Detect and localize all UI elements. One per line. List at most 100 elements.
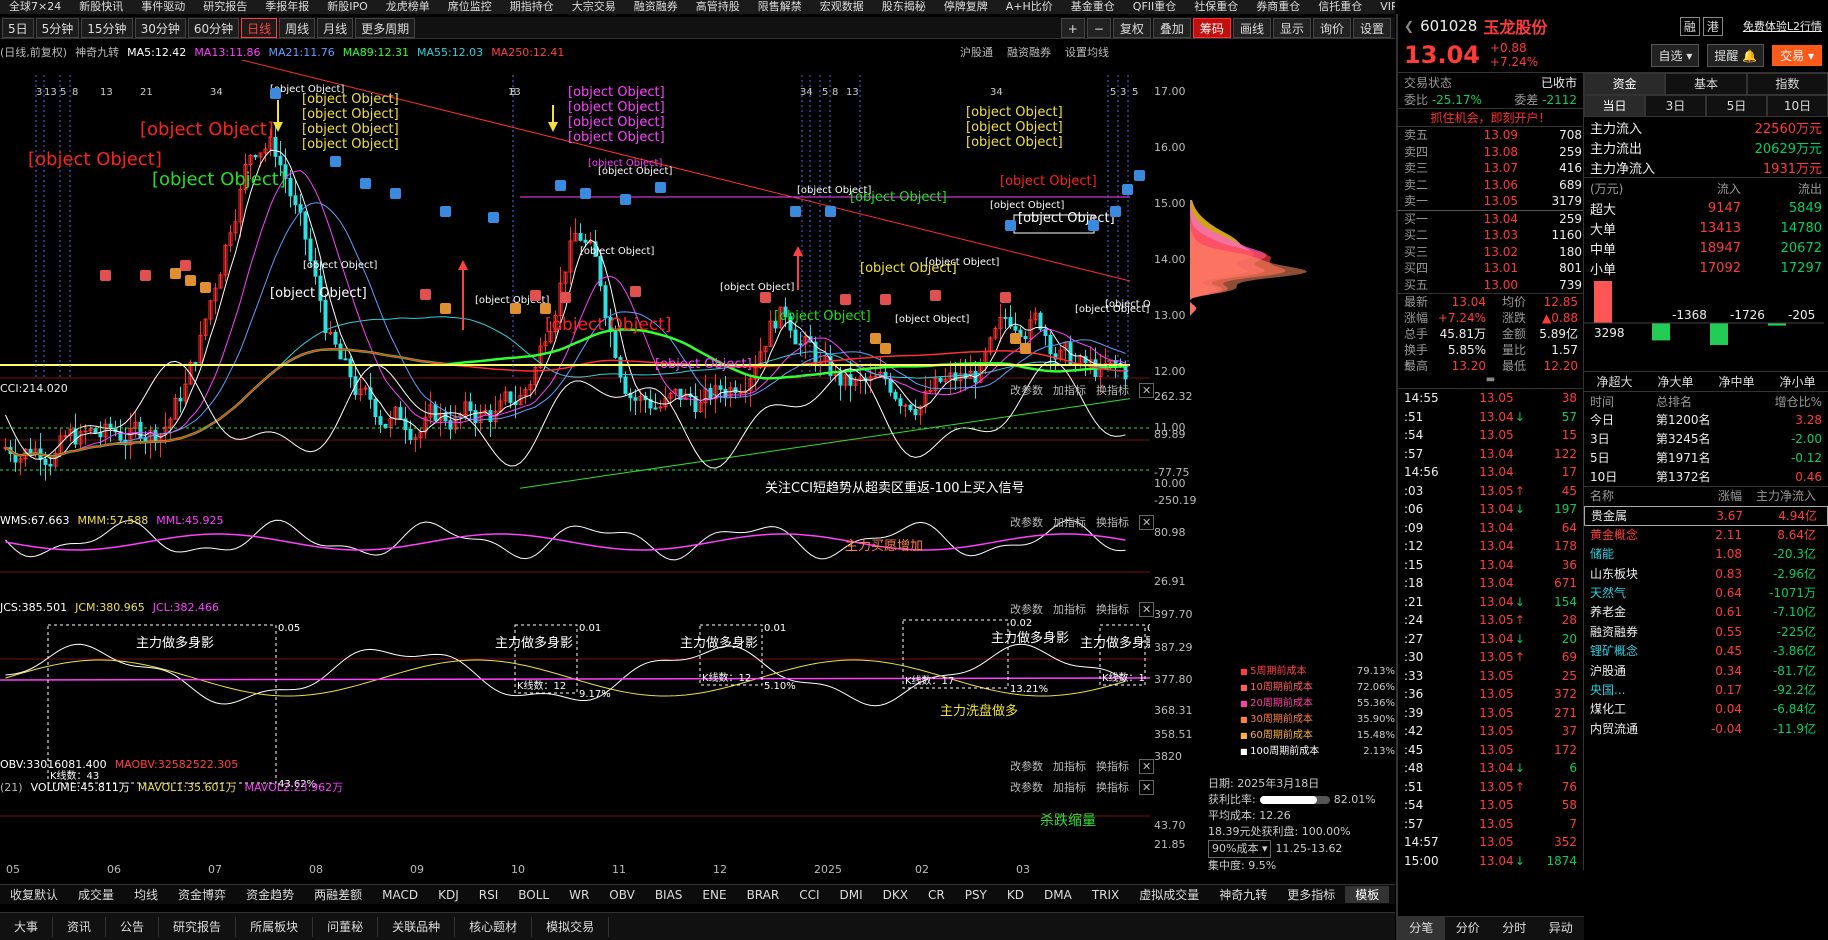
info-tab[interactable]: 关联品种 [378,916,456,937]
sector-row[interactable]: 央国... 0.17 -92.2亿 [1584,681,1828,700]
panel-tool-button[interactable]: 改参数 [1010,384,1043,397]
right-main-tab[interactable]: 指数 [1746,73,1828,95]
indicator-tab[interactable]: 成交量 [68,886,124,903]
info-tab[interactable]: 问董秘 [313,916,379,937]
period-button[interactable]: 15分钟 [81,17,133,38]
indicator-tab[interactable]: DMA [1034,888,1082,902]
top-menu-item[interactable]: QFII重仓 [1124,0,1185,14]
right-main-tab[interactable]: 基本 [1665,73,1747,95]
info-tab[interactable]: 资讯 [53,916,107,937]
period-button[interactable]: 60分钟 [187,17,240,38]
indicator-tab[interactable]: KD [997,888,1034,902]
net-flow-tab[interactable]: 净中单 [1718,372,1754,391]
top-menu-item[interactable]: 新股快讯 [70,0,132,14]
right-period-tab[interactable]: 3日 [1645,95,1706,117]
right-main-tab[interactable]: 资金 [1584,73,1666,95]
indicator-tab[interactable]: 虚拟成交量 [1129,886,1209,903]
net-flow-tab[interactable]: 净小单 [1779,372,1815,391]
close-icon[interactable]: ✕ [1139,759,1155,774]
top-menu-item[interactable]: 基金重仓 [1062,0,1124,14]
top-menu-item[interactable]: 限售解禁 [749,0,811,14]
top-menu-item[interactable]: 期指持仓 [501,0,563,14]
top-menu-item[interactable]: A+H比价 [997,0,1062,14]
panel-tool-button[interactable]: 加指标 [1053,760,1086,773]
panel-tool-button[interactable]: 加指标 [1053,516,1086,529]
period-button[interactable]: 30分钟 [134,17,186,38]
alert-button[interactable]: 提醒 🔔 [1707,43,1765,67]
indicator-tab[interactable]: DKX [873,888,918,902]
indicator-tab[interactable]: TRIX [1082,888,1129,902]
tick-tab[interactable]: 分时 [1491,917,1538,940]
toolbar-button[interactable]: 显示 [1272,17,1311,38]
info-tab[interactable]: 核心题材 [455,916,533,937]
sector-row[interactable]: 贵金属 3.67 4.94亿 [1584,506,1828,526]
indicator-tab[interactable]: RSI [469,888,509,902]
top-menu-item[interactable]: 宏观数据 [811,0,873,14]
indicator-tab[interactable]: CR [918,888,955,902]
panel-tool-button[interactable]: 加指标 [1053,384,1086,397]
top-menu-item[interactable]: 全球7×24 [0,0,70,14]
kline-chart-area[interactable]: [object Object] [object Object] [object Ob… [0,60,1150,835]
indicator-tab[interactable]: CCI [789,888,829,902]
info-tab[interactable]: 研究报告 [159,916,237,937]
panel-tool-button[interactable]: 改参数 [1010,781,1043,794]
panel-tool-button[interactable]: 换指标 [1096,603,1129,616]
toolbar-button[interactable]: − [1086,17,1111,38]
period-button[interactable]: 更多周期 [355,17,416,38]
sector-row[interactable]: 锂矿概念 0.45 -3.86亿 [1584,642,1828,661]
indicator-tab[interactable]: OBV [599,888,645,902]
panel-tool-button[interactable]: 换指标 [1096,781,1129,794]
net-flow-tab[interactable]: 净超大 [1596,372,1632,391]
panel-tool-button[interactable]: 改参数 [1010,603,1043,616]
tick-tab[interactable]: 异动 [1538,917,1585,940]
right-period-tab[interactable]: 10日 [1767,95,1828,117]
toolbar-button[interactable]: 复权 [1112,17,1151,38]
sector-row[interactable]: 储能 1.08 -20.3亿 [1584,545,1828,564]
sector-row[interactable]: 沪股通 0.34 -81.7亿 [1584,662,1828,681]
tag-margin[interactable]: 融 [1679,16,1700,36]
indicator-tab[interactable]: 资金趋势 [236,886,304,903]
close-icon[interactable]: ✕ [1139,515,1155,530]
info-tab[interactable]: 大事 [0,916,54,937]
cost90-select[interactable]: 90%成本 ▾ [1208,840,1272,858]
top-menu-item[interactable]: 信托重仓 [1309,0,1371,14]
indicator-tab[interactable]: BIAS [645,888,693,902]
sector-row[interactable]: 黄金概念 2.11 8.64亿 [1584,526,1828,545]
indicator-tab[interactable]: 资金博弈 [168,886,236,903]
sector-row[interactable]: 内贸流通 -0.04 -11.9亿 [1584,720,1828,739]
main-tool-link[interactable]: 设置均线 [1065,46,1109,59]
period-button[interactable]: 月线 [317,17,354,38]
top-menu-item[interactable]: 研究报告 [194,0,256,14]
main-tool-link[interactable]: 融资融券 [1007,46,1051,59]
close-icon[interactable]: ✕ [1139,780,1155,795]
info-tab[interactable]: 所属板块 [236,916,314,937]
top-menu-item[interactable]: 龙虎榜单 [377,0,439,14]
top-menu-item[interactable]: 事件驱动 [132,0,194,14]
close-icon[interactable]: ✕ [1139,602,1155,617]
indicator-tab[interactable]: WR [559,888,599,902]
top-menu-item[interactable]: 高管持股 [687,0,749,14]
period-button[interactable]: 日线 [241,17,278,38]
top-menu-item[interactable]: 融资融券 [625,0,687,14]
sector-row[interactable]: 山东板块 0.83 -2.96亿 [1584,565,1828,584]
indicator-tab[interactable]: PSY [955,888,997,902]
chart-canvas[interactable]: [object Object][object Object][object Ob… [0,60,1150,835]
indicator-tab[interactable]: 收复默认 [0,886,68,903]
top-menu-item[interactable]: 券商重仓 [1247,0,1309,14]
right-period-tab[interactable]: 5日 [1706,95,1767,117]
net-flow-tab[interactable]: 净大单 [1657,372,1693,391]
back-icon[interactable]: ❮ [1404,19,1414,33]
toolbar-button[interactable]: 叠加 [1152,17,1191,38]
indicator-tab[interactable]: 更多指标 [1277,886,1345,903]
toolbar-button[interactable]: + [1060,17,1085,38]
panel-tool-button[interactable]: 改参数 [1010,516,1043,529]
close-icon[interactable]: ✕ [1139,383,1155,398]
tick-tab[interactable]: 分笔 [1398,917,1445,940]
toolbar-button[interactable]: 询价 [1312,17,1351,38]
main-tool-link[interactable]: 沪股通 [960,46,993,59]
trade-button[interactable]: 交易 ▾ [1772,44,1822,66]
top-menu-item[interactable]: 社保重仓 [1185,0,1247,14]
tag-hk[interactable]: 港 [1702,16,1723,36]
panel-tool-button[interactable]: 换指标 [1096,384,1129,397]
period-button[interactable]: 5分钟 [35,17,80,38]
